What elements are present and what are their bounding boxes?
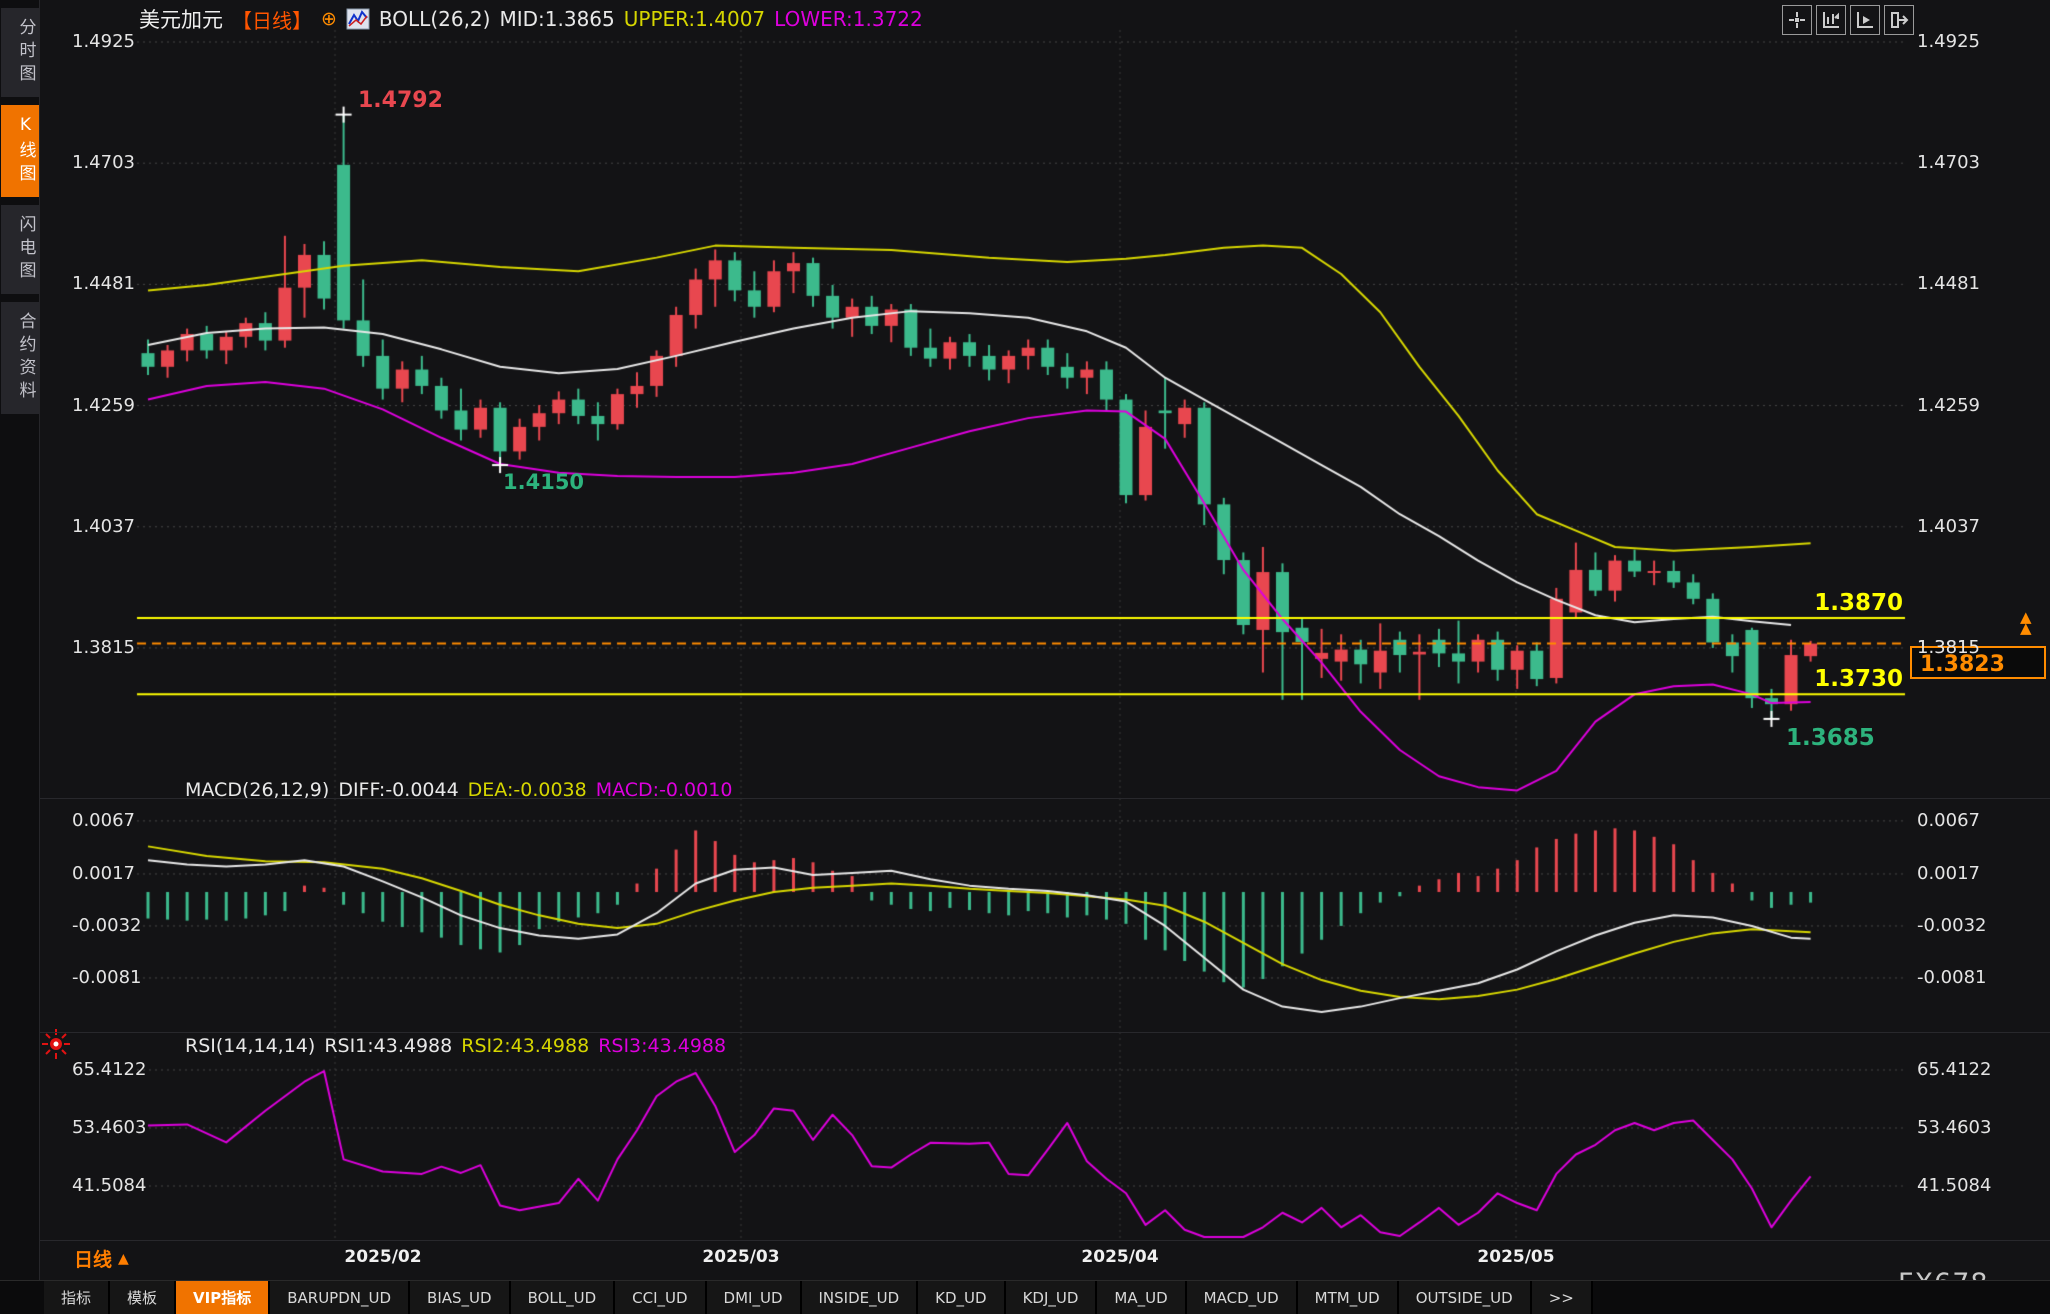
main-axis-label-left: 1.4925 — [72, 31, 135, 52]
indicator-tab-4[interactable]: BIAS_UD — [410, 1281, 511, 1314]
panel-divider — [40, 1032, 2050, 1033]
main-axis-label-left: 1.4703 — [72, 152, 135, 173]
main-axis-label-left: 1.4481 — [72, 273, 135, 294]
sidebar-item-1[interactable]: K线图 — [1, 105, 39, 197]
sidebar-item-0[interactable]: 分时图 — [1, 8, 39, 97]
macd-axis-label-right: 0.0017 — [1917, 863, 1980, 884]
main-axis-label-right: 1.4037 — [1917, 516, 1980, 537]
indicator-tab-6[interactable]: CCI_UD — [615, 1281, 706, 1314]
high-price-label: 1.4792 — [358, 88, 443, 113]
main-axis-label-right: 1.4925 — [1917, 31, 1980, 52]
rsi-axis-label-left: 53.4603 — [72, 1117, 146, 1138]
macd-axis-label-right: -0.0032 — [1917, 915, 1986, 936]
indicator-tab-11[interactable]: MA_UD — [1097, 1281, 1186, 1314]
panel-divider — [40, 1240, 2050, 1241]
axis-zoom-icon[interactable] — [1816, 5, 1846, 35]
axis-play-icon[interactable] — [1850, 5, 1880, 35]
month-label-1: 2025/03 — [702, 1247, 779, 1267]
boll-upper-value: UPPER:1.4007 — [624, 7, 765, 31]
rsi-axis-label-right: 65.4122 — [1917, 1059, 1991, 1080]
month-label-3: 2025/05 — [1477, 1247, 1554, 1267]
macd-axis-label-left: -0.0081 — [72, 967, 141, 988]
period-dropdown[interactable]: 日线▲ — [74, 1245, 129, 1272]
main-axis-label-right: 1.4259 — [1917, 395, 1980, 416]
indicator-tab-1[interactable]: 模板 — [110, 1281, 176, 1314]
dropdown-arrow-icon: ▲ — [118, 1251, 129, 1267]
main-axis-label-right: 1.4481 — [1917, 273, 1980, 294]
macd-axis-label-left: 0.0017 — [72, 863, 135, 884]
rsi2-value: RSI2:43.4988 — [461, 1035, 589, 1057]
rsi-axis-label-left: 41.5084 — [72, 1175, 146, 1196]
indicator-tab-5[interactable]: BOLL_UD — [511, 1281, 616, 1314]
indicator-tab-2[interactable]: VIP指标 — [176, 1281, 270, 1314]
period-tag[interactable]: 【日线】 — [232, 5, 312, 34]
support-line-label: 1.3730 — [1814, 666, 1903, 692]
chart-type-sidebar: 分时图 K线图闪电图合约资料 — [0, 0, 40, 1280]
indicator-tab-9[interactable]: KD_UD — [918, 1281, 1005, 1314]
price-up-arrow-icon: ▲▲ — [2020, 612, 2032, 634]
macd-axis-label-left: 0.0067 — [72, 810, 135, 831]
rsi-axis-label-right: 41.5084 — [1917, 1175, 1991, 1196]
sidebar-item-2[interactable]: 闪电图 — [1, 205, 39, 294]
resistance-line-label: 1.3870 — [1814, 590, 1903, 616]
low-price-label: 1.4150 — [503, 470, 584, 494]
indicator-tab-bar: 指标模板VIP指标BARUPDN_UDBIAS_UDBOLL_UDCCI_UDD… — [0, 1280, 2050, 1314]
pan-crosshair-icon[interactable] — [1782, 5, 1812, 35]
main-axis-label-left: 1.4259 — [72, 395, 135, 416]
chart-toolbar — [1782, 5, 1914, 35]
sidebar-item-3[interactable]: 合约资料 — [1, 302, 39, 414]
trading-app-window: { "header": { "symbol": "美元加元", "period"… — [0, 0, 2050, 1314]
boll-indicator-label: BOLL(26,2) — [379, 7, 491, 31]
main-chart-header: 美元加元 【日线】 ⊕ BOLL(26,2) MID:1.3865 UPPER:… — [139, 4, 923, 34]
main-chart-canvas[interactable] — [0, 0, 2050, 1314]
indicator-tab-15[interactable]: >> — [1532, 1281, 1593, 1314]
rsi-panel-header: RSI(14,14,14) RSI1:43.4988 RSI2:43.4988 … — [185, 1035, 726, 1057]
rsi-title: RSI(14,14,14) — [185, 1035, 315, 1057]
indicator-tab-0[interactable]: 指标 — [44, 1281, 110, 1314]
main-axis-label-left: 1.4037 — [72, 516, 135, 537]
indicator-tab-13[interactable]: MTM_UD — [1298, 1281, 1399, 1314]
indicator-tab-10[interactable]: KDJ_UD — [1006, 1281, 1098, 1314]
panel-divider — [40, 798, 2050, 799]
rsi1-value: RSI1:43.4988 — [324, 1035, 452, 1057]
indicator-tab-14[interactable]: OUTSIDE_UD — [1399, 1281, 1532, 1314]
exit-chart-icon[interactable] — [1884, 5, 1914, 35]
recent-low-price-label: 1.3685 — [1786, 725, 1875, 751]
main-axis-label-left: 1.3815 — [72, 637, 135, 658]
main-axis-label-right: 1.3815 — [1917, 637, 1980, 658]
macd-axis-label-right: -0.0081 — [1917, 967, 1986, 988]
magnet-icon[interactable]: ⊕ — [321, 8, 337, 30]
rsi3-value: RSI3:43.4988 — [598, 1035, 726, 1057]
symbol-title: 美元加元 — [139, 4, 223, 34]
macd-axis-label-right: 0.0067 — [1917, 810, 1980, 831]
main-axis-label-right: 1.4703 — [1917, 152, 1980, 173]
macd-axis-label-left: -0.0032 — [72, 915, 141, 936]
mini-chart-icon[interactable] — [346, 8, 370, 30]
indicator-tab-12[interactable]: MACD_UD — [1187, 1281, 1298, 1314]
boll-mid-value: MID:1.3865 — [499, 7, 614, 31]
boll-lower-value: LOWER:1.3722 — [774, 7, 923, 31]
indicator-tab-8[interactable]: INSIDE_UD — [802, 1281, 919, 1314]
indicator-tab-3[interactable]: BARUPDN_UD — [270, 1281, 410, 1314]
rsi-axis-label-left: 65.4122 — [72, 1059, 146, 1080]
rsi-axis-label-right: 53.4603 — [1917, 1117, 1991, 1138]
indicator-tab-7[interactable]: DMI_UD — [707, 1281, 802, 1314]
month-label-2: 2025/04 — [1081, 1247, 1158, 1267]
month-label-0: 2025/02 — [344, 1247, 421, 1267]
